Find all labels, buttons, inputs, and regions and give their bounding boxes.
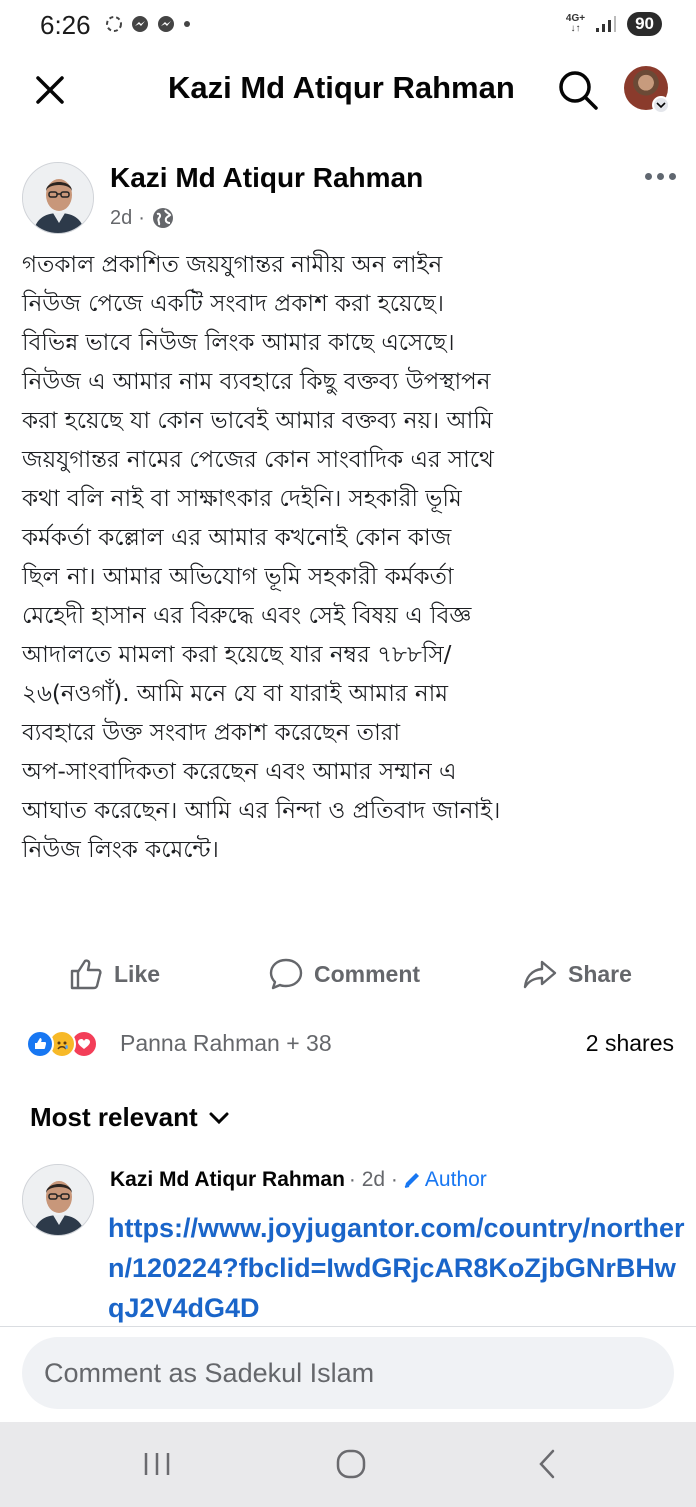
dot-icon <box>644 172 652 180</box>
like-button[interactable]: Like <box>68 952 160 996</box>
post-line: মেহেদী হাসান এর বিরুদ্ধে এবং সেই বিষয় এ… <box>22 603 472 629</box>
sync-icon <box>106 16 122 32</box>
battery-level: 90 <box>627 12 662 36</box>
like-reaction-icon <box>26 1030 54 1058</box>
post-line: ২৬(নওগাঁ). আমি মনে যে বা যারাই আমার নাম <box>22 681 449 707</box>
globe-icon <box>152 208 173 228</box>
post-line: কর্মকর্তা কল্লোল এর আমার কখনোই কোন কাজ <box>22 525 452 551</box>
author-photo <box>23 163 93 233</box>
commenter-photo <box>23 1165 93 1235</box>
post-line: ছিল না। আমার অভিযোগ ভূমি সহকারী কর্মকর্ত… <box>22 564 454 590</box>
chevron-down-icon <box>656 102 666 109</box>
back-icon <box>539 1449 555 1479</box>
comment-button[interactable]: Comment <box>268 952 420 996</box>
network-type: 4G+ ↓↑ <box>566 14 585 34</box>
meta-separator: · <box>138 206 145 229</box>
signal-icon <box>596 16 617 32</box>
commenter-avatar[interactable] <box>22 1164 94 1236</box>
home-icon <box>336 1449 366 1479</box>
post-line: বিভিন্ন ভাবে নিউজ লিংক আমার কাছে এসেছে। <box>22 330 455 356</box>
messenger-icon <box>132 16 148 32</box>
post-line: গতকাল প্রকাশিত জয়যুগান্তর নামীয় অন লাই… <box>22 252 443 278</box>
share-icon <box>523 960 557 989</box>
search-icon <box>559 71 598 110</box>
author-badge-label: Author <box>424 1168 487 1191</box>
dot-icon <box>656 172 664 180</box>
post-line: ব্যবহারে উক্ত সংবাদ প্রকাশ করেছেন তারা <box>22 720 401 746</box>
data-arrows-icon: ↓↑ <box>570 23 581 34</box>
post-line: করা হয়েছে যা কোন ভাবেই আমার বক্তব্য নয়… <box>22 408 493 434</box>
app-header: Kazi Md Atiqur Rahman <box>0 56 696 124</box>
comment-input[interactable]: Comment as Sadekul Islam <box>22 1337 674 1409</box>
reaction-icons <box>26 1030 122 1058</box>
comment-icon <box>269 958 303 990</box>
chevron-down-icon <box>209 1112 229 1124</box>
comment-time: · 2d · <box>348 1168 398 1191</box>
comment-sort-label: Most relevant <box>30 1102 198 1132</box>
system-status: 4G+ ↓↑ 90 <box>566 12 662 36</box>
author-avatar[interactable] <box>22 162 94 234</box>
post-body: গতকাল প্রকাশিত জয়যুগান্তর নামীয় অন লাই… <box>22 246 682 870</box>
page-title: Kazi Md Atiqur Rahman <box>168 70 515 105</box>
recents-icon <box>144 1453 170 1475</box>
notification-icons <box>104 14 192 34</box>
home-button[interactable] <box>326 1442 376 1486</box>
post-meta: 2d · <box>110 206 175 230</box>
status-time: 6:26 <box>40 10 91 40</box>
post-line: নিউজ লিংক কমেন্টে। <box>22 837 219 863</box>
post-line: আঘাত করেছেন। আমি এর নিন্দা ও প্রতিবাদ জা… <box>22 798 501 824</box>
comment-item: Kazi Md Atiqur Rahman · 2d · Author http… <box>0 1160 696 1330</box>
account-menu-caret[interactable] <box>652 96 670 114</box>
post-author-name[interactable]: Kazi Md Atiqur Rahman <box>110 162 423 194</box>
comment-label: Comment <box>314 960 421 987</box>
shares-count[interactable]: 2 shares <box>586 1030 674 1057</box>
share-label: Share <box>568 960 632 987</box>
dot-icon <box>668 172 676 180</box>
post-line: জয়যুগান্তর নামের পেজের কোন সাংবাদিক এর … <box>22 447 494 473</box>
comment-author-name[interactable]: Kazi Md Atiqur Rahman <box>110 1168 345 1192</box>
post-time[interactable]: 2d <box>110 207 132 230</box>
reaction-names: Panna Rahman + 38 <box>120 1030 332 1056</box>
post-line: অপ-সাংবাদিকতা করেছেন এবং আমার সম্মান এ <box>22 759 457 785</box>
system-nav-bar <box>0 1422 696 1507</box>
comment-composer: Comment as Sadekul Islam <box>0 1326 696 1422</box>
comment-link[interactable]: https://www.joyjugantor.com/country/nort… <box>108 1208 688 1328</box>
post-more-button[interactable] <box>638 164 682 188</box>
post-header: Kazi Md Atiqur Rahman 2d · <box>0 150 696 240</box>
close-icon <box>36 76 64 104</box>
comment-sort-dropdown[interactable]: Most relevant <box>30 1102 230 1133</box>
messenger-icon <box>158 16 174 32</box>
comment-header: Kazi Md Atiqur Rahman · 2d · Author <box>110 1168 487 1192</box>
reactions-summary[interactable]: Panna Rahman + 38 2 shares <box>0 1020 696 1068</box>
search-button[interactable] <box>556 68 600 112</box>
post-line: নিউজ এ আমার নাম ব্যবহারে কিছু বক্তব্য উপ… <box>22 369 491 395</box>
pencil-icon <box>404 1173 419 1188</box>
like-label: Like <box>114 960 161 987</box>
post-actions: Like Comment Share <box>0 942 696 1006</box>
dot-icon <box>184 21 190 27</box>
post-line: আদালতে মামলা করা হয়েছে যার নম্বর ৭৮৮সি/ <box>22 642 452 668</box>
recents-button[interactable] <box>132 1442 182 1486</box>
close-button[interactable] <box>28 68 72 112</box>
post-line: নিউজ পেজে একটি সংবাদ প্রকাশ করা হয়েছে। <box>22 291 445 317</box>
status-bar: 6:26 4G+ ↓↑ 90 <box>0 0 696 56</box>
post-line: কথা বলি নাই বা সাক্ষাৎকার দেইনি। সহকারী … <box>22 486 462 512</box>
thumbs-up-icon <box>70 959 102 990</box>
back-button[interactable] <box>522 1442 572 1486</box>
share-button[interactable]: Share <box>522 952 632 996</box>
author-badge: Author <box>402 1168 487 1192</box>
